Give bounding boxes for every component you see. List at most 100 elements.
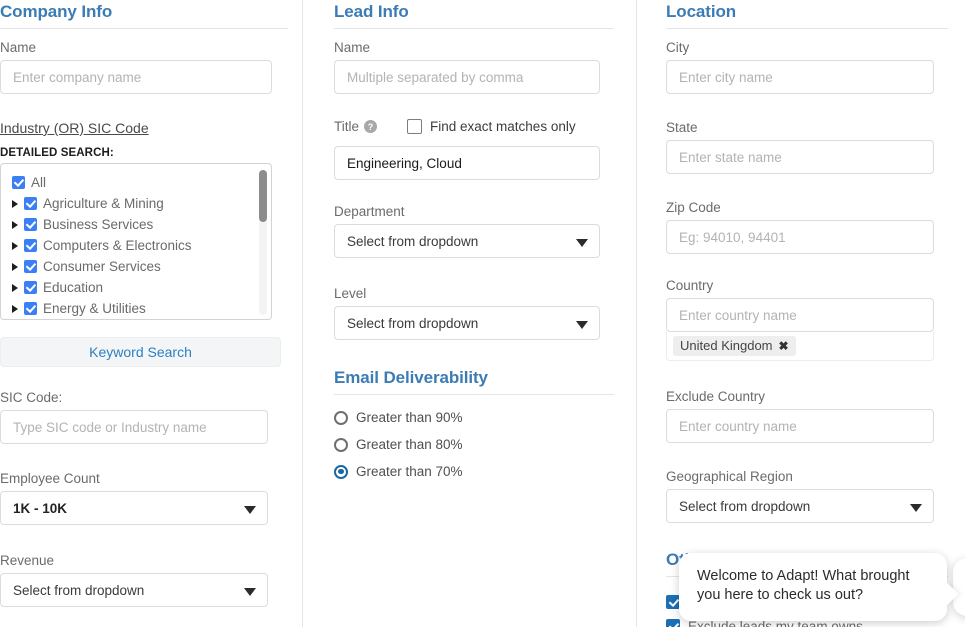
column-divider-left <box>302 0 303 627</box>
industry-list-scrollbar-thumb[interactable] <box>259 170 267 222</box>
chevron-right-icon[interactable] <box>12 199 18 208</box>
lead-search-filters-page: Company Info Name Industry (OR) SIC Code… <box>0 0 965 627</box>
lead-info-heading: Lead Info <box>334 2 409 21</box>
company-info-rule <box>0 28 288 29</box>
location-rule <box>666 28 948 29</box>
chevron-right-icon[interactable] <box>12 283 18 292</box>
industry-label: Agriculture & Mining <box>43 196 164 211</box>
checkbox-checked-icon[interactable] <box>24 197 37 210</box>
industry-label: Education <box>43 280 104 295</box>
keyword-search-label: Keyword Search <box>89 344 192 360</box>
lead-name-input[interactable] <box>334 60 600 94</box>
industry-list-item[interactable]: Computers & Electronics <box>1 235 271 256</box>
industry-list-item[interactable]: All <box>1 172 271 193</box>
chat-message-text: Welcome to Adapt! What brought you here … <box>697 568 910 603</box>
city-label: City <box>666 40 690 55</box>
detailed-search-label: DETAILED SEARCH: <box>0 147 114 159</box>
country-input[interactable] <box>666 298 934 332</box>
industry-label: Computers & Electronics <box>43 238 192 253</box>
checkbox-checked-icon[interactable] <box>666 619 680 627</box>
title-input[interactable] <box>334 146 600 180</box>
level-value: Select from dropdown <box>347 315 479 331</box>
chevron-right-icon[interactable] <box>12 262 18 271</box>
industry-label: Business Services <box>43 217 154 232</box>
city-input[interactable] <box>666 60 934 94</box>
geographical-region-value: Select from dropdown <box>679 498 811 514</box>
find-exact-matches-label: Find exact matches only <box>430 119 576 134</box>
location-column: Location City State Zip Code Country Uni… <box>650 0 965 627</box>
checkbox-checked-icon[interactable] <box>24 239 37 252</box>
country-chips-container: United Kingdom ✖ <box>666 332 934 361</box>
chevron-right-icon[interactable] <box>12 304 18 313</box>
find-exact-matches-checkbox[interactable] <box>407 119 423 134</box>
chevron-right-icon[interactable] <box>12 241 18 250</box>
radio-icon[interactable] <box>334 410 348 425</box>
zip-code-label: Zip Code <box>666 200 721 215</box>
checkbox-checked-icon[interactable] <box>24 260 37 273</box>
company-name-label: Name <box>0 40 37 55</box>
country-chip[interactable]: United Kingdom ✖ <box>673 336 796 356</box>
employee-count-label: Employee Count <box>0 471 100 486</box>
close-icon[interactable]: ✖ <box>779 339 789 353</box>
chevron-right-icon[interactable] <box>12 220 18 229</box>
deliverability-option-90[interactable]: Greater than 90% <box>334 404 600 431</box>
checkbox-checked-icon[interactable] <box>12 176 25 189</box>
deliverability-label: Greater than 80% <box>356 437 463 452</box>
title-label: Title <box>334 119 360 134</box>
industry-checkbox-list[interactable]: All Agriculture & Mining Business Servic… <box>0 163 272 320</box>
industry-label: Energy & Utilities <box>43 301 146 316</box>
checkbox-checked-icon[interactable] <box>24 302 37 315</box>
deliverability-option-70[interactable]: Greater than 70% <box>334 458 600 485</box>
company-name-input[interactable] <box>0 60 272 94</box>
department-select[interactable]: Select from dropdown <box>334 224 600 258</box>
country-label: Country <box>666 278 714 293</box>
lead-name-label: Name <box>334 40 371 55</box>
deliverability-label: Greater than 70% <box>356 464 463 479</box>
deliverability-option-80[interactable]: Greater than 80% <box>334 431 600 458</box>
column-divider-right <box>636 0 637 627</box>
country-chip-label: United Kingdom <box>680 338 773 353</box>
lead-info-rule <box>334 28 614 29</box>
radio-icon[interactable] <box>334 437 348 452</box>
checkbox-checked-icon[interactable] <box>24 281 37 294</box>
revenue-label: Revenue <box>0 553 55 568</box>
level-select[interactable]: Select from dropdown <box>334 306 600 340</box>
exclude-country-input[interactable] <box>666 409 934 443</box>
email-deliverability-rule <box>334 394 614 395</box>
industry-label: All <box>31 175 47 190</box>
email-deliverability-heading: Email Deliverability <box>334 368 488 387</box>
checkbox-checked-icon[interactable] <box>24 218 37 231</box>
geographical-region-select[interactable]: Select from dropdown <box>666 489 934 523</box>
state-label: State <box>666 120 698 135</box>
state-input[interactable] <box>666 140 934 174</box>
chat-welcome-message[interactable]: Welcome to Adapt! What brought you here … <box>679 553 959 621</box>
department-value: Select from dropdown <box>347 233 479 249</box>
revenue-value: Select from dropdown <box>13 582 145 598</box>
industry-label: Consumer Services <box>43 259 161 274</box>
zip-code-input[interactable] <box>666 220 934 254</box>
industry-or-sic-code-link[interactable]: Industry (OR) SIC Code <box>0 120 149 136</box>
industry-list-item[interactable]: Consumer Services <box>1 256 271 277</box>
employee-count-select[interactable]: 1K - 10K <box>0 491 268 525</box>
industry-list-item[interactable]: Business Services <box>1 214 271 235</box>
company-info-heading: Company Info <box>0 2 113 21</box>
checkbox-checked-icon[interactable] <box>666 595 680 609</box>
deliverability-label: Greater than 90% <box>356 410 463 425</box>
company-info-column: Company Info Name Industry (OR) SIC Code… <box>0 0 302 627</box>
revenue-select[interactable]: Select from dropdown <box>0 573 268 607</box>
geographical-region-label: Geographical Region <box>666 469 793 484</box>
sic-code-label: SIC Code: <box>0 390 63 405</box>
industry-list-item[interactable]: Energy & Utilities <box>1 298 271 319</box>
keyword-search-button[interactable]: Keyword Search <box>0 337 281 367</box>
location-heading: Location <box>666 2 737 21</box>
department-label: Department <box>334 204 405 219</box>
radio-selected-icon[interactable] <box>334 464 348 479</box>
industry-list-item[interactable]: Agriculture & Mining <box>1 193 271 214</box>
exclude-country-label: Exclude Country <box>666 389 766 404</box>
sic-code-input[interactable] <box>0 410 268 444</box>
lead-info-column: Lead Info Name Title ? Find exact matche… <box>318 0 636 627</box>
employee-count-value: 1K - 10K <box>13 500 68 516</box>
help-circle-icon[interactable]: ? <box>364 120 378 133</box>
chat-launcher-button[interactable] <box>953 558 965 616</box>
industry-list-item[interactable]: Education <box>1 277 271 298</box>
